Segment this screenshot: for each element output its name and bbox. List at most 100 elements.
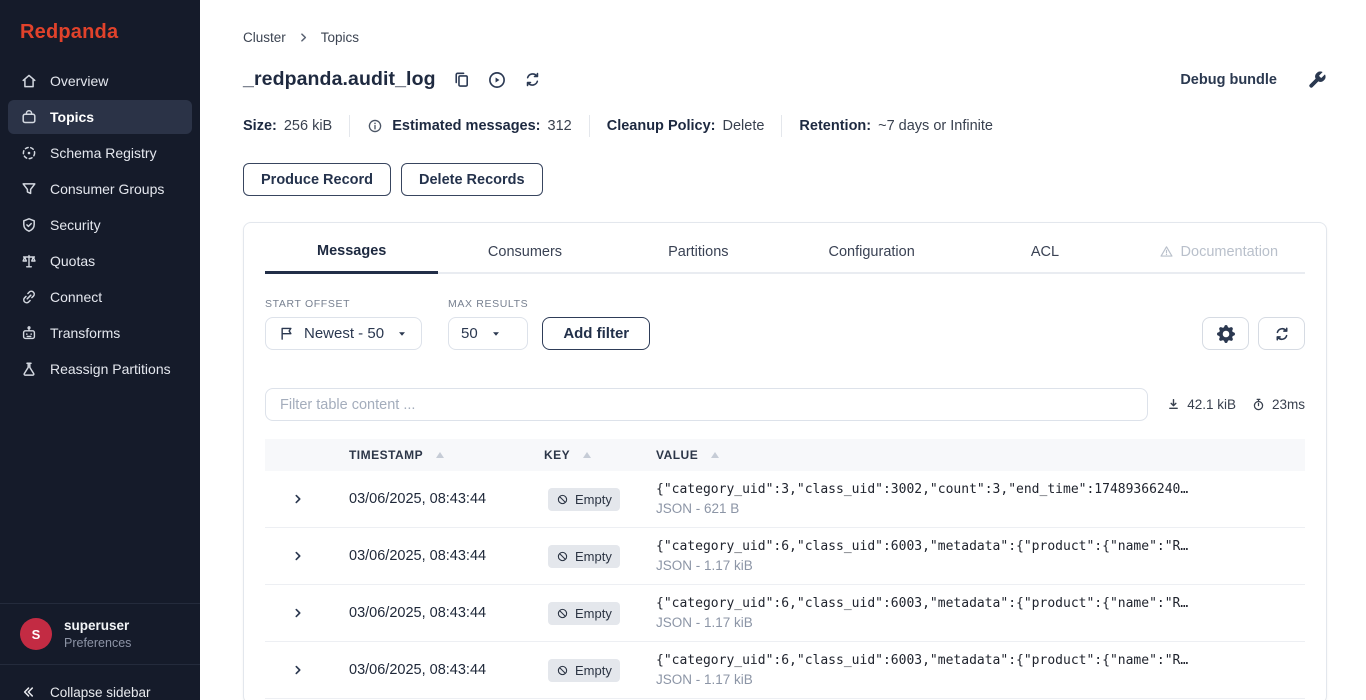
- chevron-right-icon: [291, 549, 305, 563]
- add-filter-button[interactable]: Add filter: [542, 317, 650, 350]
- value-preview: {"category_uid":3,"class_uid":3002,"coun…: [656, 482, 1305, 497]
- main-content: Cluster Topics _redpanda.audit_log Debug…: [200, 0, 1366, 700]
- key-cell: Empty: [544, 602, 656, 625]
- chevron-right-icon: [291, 606, 305, 620]
- redpanda-console: Redpanda Overview Topics Schema Registry: [0, 0, 1366, 700]
- ban-icon: [556, 664, 569, 677]
- fetch-stats: 42.1 kiB 23ms: [1166, 397, 1305, 412]
- debug-bundle-link[interactable]: Debug bundle: [1180, 72, 1277, 88]
- key-cell: Empty: [544, 659, 656, 682]
- refresh-table-button[interactable]: [1258, 317, 1305, 350]
- debug-bundle-group: Debug bundle: [1180, 70, 1327, 90]
- value-preview: {"category_uid":6,"class_uid":6003,"meta…: [656, 653, 1305, 668]
- expand-row-button[interactable]: [265, 492, 349, 506]
- table-settings-group: [1202, 317, 1305, 350]
- stat-cleanup-policy: Cleanup Policy: Delete: [607, 118, 765, 134]
- column-header-key[interactable]: KEY: [544, 448, 656, 462]
- sidebar-item-label: Security: [50, 217, 101, 233]
- value-meta: JSON - 1.17 kiB: [656, 615, 1305, 630]
- tab-partitions[interactable]: Partitions: [612, 243, 785, 272]
- timestamp-cell: 03/06/2025, 08:43:44: [349, 548, 544, 564]
- ban-icon: [556, 493, 569, 506]
- preferences-link[interactable]: Preferences: [64, 636, 131, 650]
- empty-key-badge: Empty: [548, 488, 620, 511]
- expand-row-button[interactable]: [265, 663, 349, 677]
- start-offset-select[interactable]: Newest - 50: [265, 317, 422, 350]
- chevrons-left-icon: [20, 684, 36, 700]
- stat-label: Estimated messages:: [392, 118, 540, 134]
- breadcrumb-cluster[interactable]: Cluster: [243, 30, 286, 45]
- play-circle-icon[interactable]: [487, 70, 507, 90]
- column-header-value[interactable]: VALUE: [656, 448, 1305, 462]
- max-results-select[interactable]: 50: [448, 317, 528, 350]
- table-search-row: 42.1 kiB 23ms: [265, 388, 1305, 421]
- table-row[interactable]: 03/06/2025, 08:43:44 Empty {"category_ui…: [265, 528, 1305, 585]
- delete-records-button[interactable]: Delete Records: [401, 163, 543, 196]
- expand-row-button[interactable]: [265, 549, 349, 563]
- table-row[interactable]: 03/06/2025, 08:43:44 Empty {"category_ui…: [265, 471, 1305, 528]
- sidebar-item-label: Consumer Groups: [50, 181, 164, 197]
- sidebar-item-reassign-partitions[interactable]: Reassign Partitions: [8, 352, 192, 386]
- filter-table-input[interactable]: [265, 388, 1148, 421]
- collapse-sidebar-button[interactable]: Collapse sidebar: [0, 665, 200, 700]
- key-cell: Empty: [544, 488, 656, 511]
- divider: [349, 115, 350, 137]
- divider: [589, 115, 590, 137]
- expand-row-button[interactable]: [265, 606, 349, 620]
- message-filters: START OFFSET Newest - 50 MAX RESULTS: [265, 298, 1305, 350]
- tab-consumers[interactable]: Consumers: [438, 243, 611, 272]
- messages-table: TIMESTAMP KEY VALUE: [265, 439, 1305, 699]
- sidebar-item-topics[interactable]: Topics: [8, 100, 192, 134]
- tab-documentation-label: Documentation: [1181, 244, 1279, 260]
- tab-configuration[interactable]: Configuration: [785, 243, 958, 272]
- stat-label: Cleanup Policy:: [607, 118, 716, 134]
- sidebar-item-overview[interactable]: Overview: [8, 64, 192, 98]
- payload-size: 42.1 kiB: [1166, 397, 1236, 412]
- tab-bar: Messages Consumers Partitions Configurat…: [265, 243, 1305, 274]
- start-offset-field: START OFFSET Newest - 50: [265, 298, 422, 350]
- sidebar-item-quotas[interactable]: Quotas: [8, 244, 192, 278]
- info-icon[interactable]: [367, 118, 383, 134]
- sidebar-footer: S superuser Preferences Collapse sidebar: [0, 603, 200, 700]
- gear-icon: [1217, 325, 1235, 343]
- sidebar-item-security[interactable]: Security: [8, 208, 192, 242]
- timestamp-cell: 03/06/2025, 08:43:44: [349, 662, 544, 678]
- sidebar-item-transforms[interactable]: Transforms: [8, 316, 192, 350]
- stat-label: Retention:: [799, 118, 871, 134]
- sidebar-item-connect[interactable]: Connect: [8, 280, 192, 314]
- breadcrumb-topics[interactable]: Topics: [321, 30, 359, 45]
- payload-size-value: 42.1 kiB: [1187, 397, 1236, 412]
- tab-messages[interactable]: Messages: [265, 243, 438, 274]
- sidebar-item-schema-registry[interactable]: Schema Registry: [8, 136, 192, 170]
- sidebar-item-label: Reassign Partitions: [50, 361, 171, 377]
- table-row[interactable]: 03/06/2025, 08:43:44 Empty {"category_ui…: [265, 585, 1305, 642]
- user-profile[interactable]: S superuser Preferences: [0, 604, 200, 664]
- column-label: VALUE: [656, 448, 698, 462]
- redpanda-logo[interactable]: Redpanda: [0, 0, 200, 64]
- warning-triangle-icon: [1159, 244, 1174, 259]
- elapsed-time: 23ms: [1251, 397, 1305, 412]
- timestamp-cell: 03/06/2025, 08:43:44: [349, 605, 544, 621]
- flask-icon: [20, 360, 38, 378]
- sidebar-item-label: Overview: [50, 73, 108, 89]
- avatar: S: [20, 618, 52, 650]
- badge-label: Empty: [575, 663, 612, 678]
- sidebar-item-label: Quotas: [50, 253, 95, 269]
- table-row[interactable]: 03/06/2025, 08:43:44 Empty {"category_ui…: [265, 642, 1305, 699]
- stat-retention: Retention: ~7 days or Infinite: [799, 118, 993, 134]
- page-title: _redpanda.audit_log: [243, 68, 436, 91]
- copy-icon[interactable]: [452, 70, 471, 89]
- funnel-icon: [20, 180, 38, 198]
- elapsed-time-value: 23ms: [1272, 397, 1305, 412]
- refresh-icon[interactable]: [523, 70, 542, 89]
- produce-record-button[interactable]: Produce Record: [243, 163, 391, 196]
- sidebar-item-consumer-groups[interactable]: Consumer Groups: [8, 172, 192, 206]
- tab-acl[interactable]: ACL: [958, 243, 1131, 272]
- wrench-icon[interactable]: [1307, 70, 1327, 90]
- column-header-timestamp[interactable]: TIMESTAMP: [349, 448, 544, 462]
- value-cell: {"category_uid":6,"class_uid":6003,"meta…: [656, 539, 1305, 573]
- start-offset-label: START OFFSET: [265, 298, 422, 310]
- badge-label: Empty: [575, 492, 612, 507]
- value-cell: {"category_uid":6,"class_uid":6003,"meta…: [656, 596, 1305, 630]
- settings-button[interactable]: [1202, 317, 1249, 350]
